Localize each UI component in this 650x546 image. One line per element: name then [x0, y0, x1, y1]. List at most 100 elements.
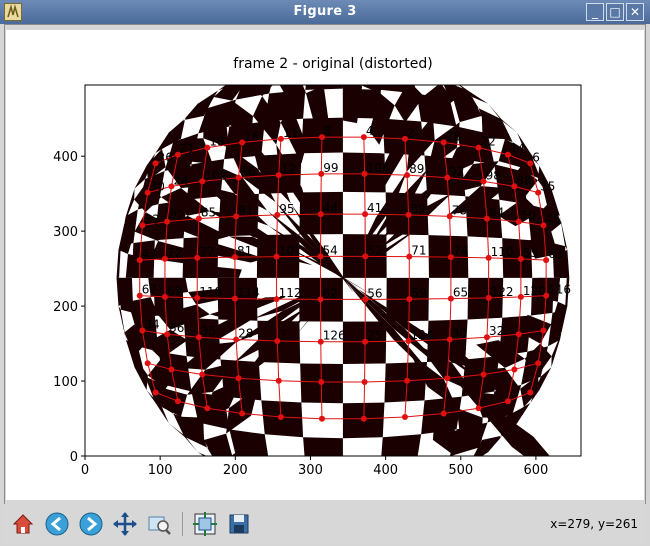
corner-point [475, 405, 482, 412]
corner-point [152, 389, 159, 396]
corner-label: 118 [199, 285, 222, 299]
corner-label: 18 [209, 135, 224, 149]
corner-label: 91 [238, 203, 253, 217]
corner-label: 36 [169, 321, 184, 335]
pan-icon[interactable] [112, 511, 138, 537]
corner-label: 98 [486, 168, 501, 182]
cursor-coordinates: x=279, y=261 [550, 517, 638, 531]
forward-arrow-icon[interactable] [78, 511, 104, 537]
corner-label: 14 [510, 142, 525, 156]
corner-point [168, 366, 175, 373]
zoom-rect-icon[interactable] [146, 511, 172, 537]
corner-label: 16 [244, 129, 259, 143]
corner-label: 4 [366, 124, 374, 138]
corner-label: 120 [523, 284, 546, 298]
corner-label: 56 [367, 286, 382, 300]
toolbar-separator [182, 512, 183, 536]
corner-label: 28 [238, 326, 253, 340]
corner-label: 12 [281, 162, 296, 176]
y-tick-label: 100 [53, 375, 78, 390]
corner-point [239, 410, 246, 417]
corner-point [527, 389, 534, 396]
x-tick-label: 400 [373, 463, 398, 478]
corner-label: 85 [201, 206, 216, 220]
corner-point [277, 413, 284, 420]
corner-label: 6 [532, 150, 540, 164]
close-button[interactable]: ✕ [626, 3, 644, 21]
corner-label: 77 [199, 245, 214, 259]
corner-label: 41 [367, 201, 382, 215]
navigation-toolbar: x=279, y=261 [4, 504, 646, 544]
checker-square [119, 277, 134, 313]
corner-label: 7 [279, 328, 287, 342]
corner-label: 62 [323, 286, 338, 300]
figure-canvas[interactable]: 262118 16 11 8 4 2 28 2214630 24 102 96 12 99 104 89 92… [6, 30, 644, 500]
corner-label: 112 [279, 286, 302, 300]
corner-label: 65 [453, 286, 468, 300]
corner-label: 32 [489, 324, 504, 338]
corner-label: 92 [449, 165, 464, 179]
y-tick-label: 0 [70, 450, 78, 465]
checker-square [264, 89, 306, 122]
corner-label: 72 [167, 246, 182, 260]
corner-label: 114 [237, 286, 260, 300]
corner-label: 45 [545, 212, 560, 226]
save-icon[interactable] [226, 511, 252, 537]
corner-point [444, 375, 451, 382]
corner-label: 34 [144, 317, 159, 331]
corner-point [511, 366, 518, 373]
corner-label: 35 [540, 180, 555, 194]
corner-label: 25 [367, 329, 382, 343]
corner-label: 54 [323, 243, 338, 257]
corner-label: 55 [523, 246, 538, 260]
corner-label: 39 [411, 202, 426, 216]
corner-point [174, 398, 181, 405]
corner-label: 99 [323, 161, 338, 175]
corner-label: 50 [521, 209, 536, 223]
corner-label: 11 [283, 126, 298, 140]
y-tick-label: 400 [53, 150, 78, 165]
corner-label: 110 [491, 245, 514, 259]
corner-label: 59 [411, 286, 426, 300]
corner-point [360, 415, 367, 422]
corner-label: 122 [491, 285, 514, 299]
corner-point [235, 375, 242, 382]
maximize-button[interactable]: □ [606, 3, 624, 21]
corner-label: 26 [158, 150, 173, 164]
back-arrow-icon[interactable] [44, 511, 70, 537]
x-tick-label: 0 [81, 463, 89, 478]
corner-point [480, 371, 487, 378]
corner-point [361, 378, 368, 385]
corner-label: 102 [204, 168, 227, 182]
window-title: Figure 3 [293, 4, 357, 19]
corner-label: 22 [481, 135, 496, 149]
corner-point [515, 331, 522, 338]
corner-point [318, 378, 325, 385]
corner-label: 107 [279, 244, 302, 258]
corner-label: 69 [167, 284, 182, 298]
x-tick-label: 500 [448, 463, 473, 478]
subplots-icon[interactable] [192, 511, 218, 537]
corner-label: 89 [409, 162, 424, 176]
corner-point [401, 413, 408, 420]
corner-point [504, 398, 511, 405]
home-icon[interactable] [10, 511, 36, 537]
minimize-button[interactable]: _ [586, 3, 604, 21]
window-titlebar: Figure 3 _ □ ✕ [0, 0, 650, 24]
x-tick-label: 600 [523, 463, 548, 478]
x-tick-label: 300 [298, 463, 323, 478]
corner-point [535, 360, 542, 367]
corner-label: 88 [516, 173, 531, 187]
corner-label: 67 [142, 283, 157, 297]
corner-label: 35 [201, 324, 216, 338]
corner-label: 8 [324, 124, 332, 138]
plot-title: frame 2 - original (distorted) [233, 56, 432, 72]
corner-label: 116 [548, 283, 571, 297]
corner-point [404, 377, 411, 384]
corner-point [540, 327, 547, 334]
corner-label: 74 [453, 244, 468, 258]
corner-label: 63 [548, 247, 563, 261]
corner-point [275, 377, 282, 384]
y-tick-label: 200 [53, 300, 78, 315]
corner-label: 104 [367, 161, 390, 175]
